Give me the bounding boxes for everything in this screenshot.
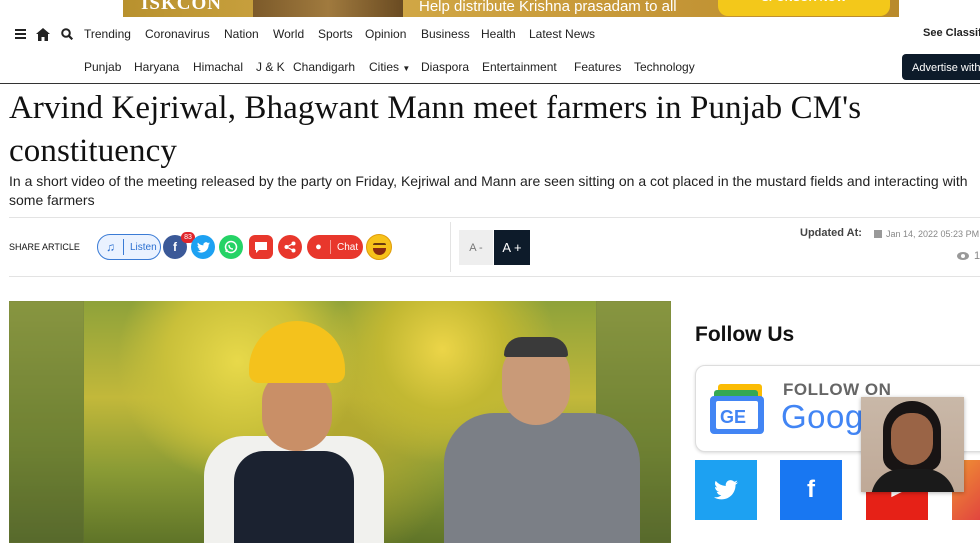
nav-haryana[interactable]: Haryana: [134, 60, 179, 74]
home-icon[interactable]: [35, 26, 51, 42]
nav-jk[interactable]: J & K: [256, 60, 285, 74]
nav-features[interactable]: Features: [574, 60, 621, 74]
chevron-down-icon: ▼: [402, 64, 411, 73]
nav-divider: [0, 83, 980, 84]
nav-diaspora[interactable]: Diaspora: [421, 60, 469, 74]
nav-latest-news[interactable]: Latest News: [529, 27, 595, 41]
share-icon: [284, 241, 296, 253]
eye-icon: [957, 252, 969, 260]
listen-button[interactable]: ♫ Listen: [97, 234, 161, 260]
top-ad-banner[interactable]: ISKCON Help distribute Krishna prasadam …: [123, 0, 899, 17]
updated-value: Jan 14, 2022 05:23 PM: [886, 229, 980, 239]
laughing-emoji-icon[interactable]: [366, 234, 392, 260]
comment-icon: [255, 241, 267, 253]
twitter-icon: [714, 480, 738, 500]
twitter-icon: [196, 241, 210, 253]
nav-himachal[interactable]: Himachal: [193, 60, 243, 74]
article-title: Arvind Kejriwal, Bhagwant Mann meet farm…: [9, 90, 862, 169]
menu-icon[interactable]: [12, 26, 28, 42]
twitter-share-button[interactable]: [191, 235, 215, 259]
view-count: 1: [957, 250, 980, 262]
comment-button[interactable]: [249, 235, 273, 259]
view-count-value: 1: [974, 250, 980, 262]
see-classifieds-link[interactable]: See Classifieds: [923, 27, 980, 39]
twitter-follow-button[interactable]: [695, 460, 757, 520]
nav-trending[interactable]: Trending: [84, 27, 131, 41]
share-more-button[interactable]: [278, 235, 302, 259]
facebook-icon: f: [807, 476, 815, 503]
nav-cities-dropdown[interactable]: Cities ▼: [369, 60, 410, 74]
chat-bubble-icon: ●: [307, 240, 331, 254]
ad-cta-button[interactable]: SPONSOR NOW: [718, 0, 890, 16]
nav-coronavirus[interactable]: Coronavirus: [145, 27, 210, 41]
google-news-icon: GE: [710, 384, 764, 434]
ad-text: Help distribute Krishna prasadam to all: [419, 0, 677, 15]
nav-cities-label: Cities: [369, 60, 400, 74]
headphones-icon: ♫: [98, 239, 124, 255]
svg-text:GE: GE: [720, 407, 746, 427]
font-decrease-button[interactable]: A -: [459, 230, 493, 265]
nav-technology[interactable]: Technology: [634, 60, 695, 74]
divider: [9, 217, 980, 218]
updated-label: Updated At:: [800, 227, 862, 239]
ad-image: [253, 0, 403, 17]
follow-us-heading: Follow Us: [695, 323, 795, 346]
advertise-button[interactable]: Advertise with us: [902, 54, 980, 80]
whatsapp-share-button[interactable]: [219, 235, 243, 259]
nav-health[interactable]: Health: [481, 27, 516, 41]
nav-nation[interactable]: Nation: [224, 27, 259, 41]
font-increase-button[interactable]: A +: [494, 230, 530, 265]
floating-video-avatar[interactable]: [861, 397, 964, 492]
divider: [450, 222, 451, 272]
facebook-icon: f: [173, 240, 177, 254]
whatsapp-icon: [224, 240, 238, 254]
nav-business[interactable]: Business: [421, 27, 470, 41]
nav-world[interactable]: World: [273, 27, 304, 41]
share-label: SHARE ARTICLE: [9, 242, 80, 252]
listen-label: Listen: [130, 241, 157, 253]
search-icon[interactable]: [59, 26, 75, 42]
nav-punjab[interactable]: Punjab: [84, 60, 121, 74]
calendar-icon: [874, 230, 882, 238]
ad-logo: ISKCON: [141, 0, 222, 14]
nav-opinion[interactable]: Opinion: [365, 27, 406, 41]
chat-button[interactable]: ● Chat: [307, 235, 363, 259]
facebook-follow-button[interactable]: f: [780, 460, 842, 520]
article-photo: [9, 301, 671, 543]
nav-chandigarh[interactable]: Chandigarh: [293, 60, 355, 74]
nav-entertainment[interactable]: Entertainment: [482, 60, 557, 74]
nav-sports[interactable]: Sports: [318, 27, 353, 41]
chat-label: Chat: [337, 241, 359, 253]
divider: [9, 276, 980, 277]
updated-timestamp: Jan 14, 2022 05:23 PM: [874, 229, 979, 239]
article-summary: In a short video of the meeting released…: [9, 173, 968, 208]
